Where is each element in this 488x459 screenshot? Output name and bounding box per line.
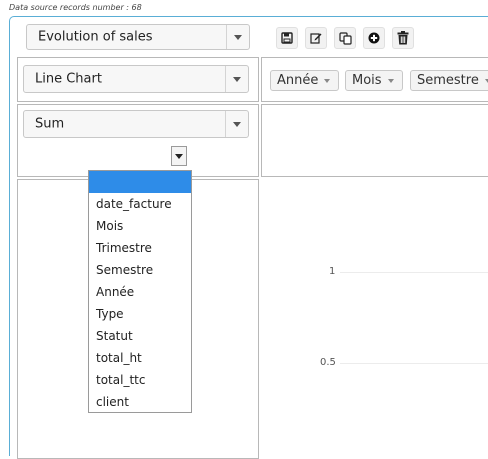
dropdown-option[interactable]: date_facture bbox=[89, 193, 191, 215]
chevron-down-icon bbox=[225, 66, 248, 92]
column-header-panel bbox=[261, 104, 488, 177]
caret-down-icon bbox=[387, 78, 394, 83]
dropdown-option[interactable]: client bbox=[89, 391, 191, 413]
column-field-label: Mois bbox=[352, 73, 382, 88]
delete-icon bbox=[397, 31, 409, 45]
dropdown-option[interactable]: Semestre bbox=[89, 259, 191, 281]
save-button[interactable] bbox=[276, 27, 298, 49]
edit-icon bbox=[310, 33, 322, 44]
edit-button[interactable] bbox=[305, 27, 327, 49]
caret-down-icon bbox=[324, 78, 331, 83]
copy-button[interactable] bbox=[334, 27, 356, 49]
column-field-label: Semestre bbox=[417, 73, 479, 88]
report-select-value: Evolution of sales bbox=[38, 29, 153, 45]
dropdown-option[interactable]: total_ttc bbox=[89, 369, 191, 391]
aggregation-select[interactable]: Sum bbox=[23, 110, 249, 138]
dropdown-option[interactable]: Trimestre bbox=[89, 237, 191, 259]
dropdown-option[interactable]: Année bbox=[89, 281, 191, 303]
copy-icon bbox=[338, 31, 352, 45]
column-field-semestre[interactable]: Semestre bbox=[410, 70, 488, 91]
chart-type-select[interactable]: Line Chart bbox=[23, 65, 249, 93]
caret-down-icon bbox=[175, 153, 183, 159]
column-field-label: Année bbox=[277, 73, 319, 88]
add-button[interactable] bbox=[363, 27, 385, 49]
delete-button[interactable] bbox=[392, 27, 414, 49]
chart-panel bbox=[261, 179, 488, 459]
dropdown-option[interactable]: total_ht bbox=[89, 347, 191, 369]
column-field-annee[interactable]: Année bbox=[270, 70, 340, 91]
y-tick-label: 1 bbox=[329, 266, 336, 277]
chart-type-value: Line Chart bbox=[35, 71, 102, 87]
save-icon bbox=[281, 32, 293, 44]
add-icon bbox=[368, 32, 380, 44]
gridline bbox=[340, 272, 488, 273]
dropdown-option-empty[interactable] bbox=[89, 171, 191, 193]
dropdown-option[interactable]: Type bbox=[89, 303, 191, 325]
report-select[interactable]: Evolution of sales bbox=[26, 24, 250, 50]
dropdown-option[interactable]: Statut bbox=[89, 325, 191, 347]
attribute-dropdown-list: date_facture Mois Trimestre Semestre Ann… bbox=[88, 170, 192, 413]
dropdown-option[interactable]: Mois bbox=[89, 215, 191, 237]
records-count-label: Data source records number : 68 bbox=[9, 3, 142, 12]
column-field-mois[interactable]: Mois bbox=[345, 70, 403, 91]
toolbar bbox=[276, 27, 414, 49]
chevron-down-icon bbox=[225, 111, 248, 137]
aggregation-value: Sum bbox=[35, 116, 65, 132]
y-tick-label: 0.5 bbox=[320, 357, 336, 368]
chevron-down-icon bbox=[226, 25, 249, 49]
gridline bbox=[340, 363, 488, 364]
attribute-select[interactable] bbox=[171, 146, 187, 166]
